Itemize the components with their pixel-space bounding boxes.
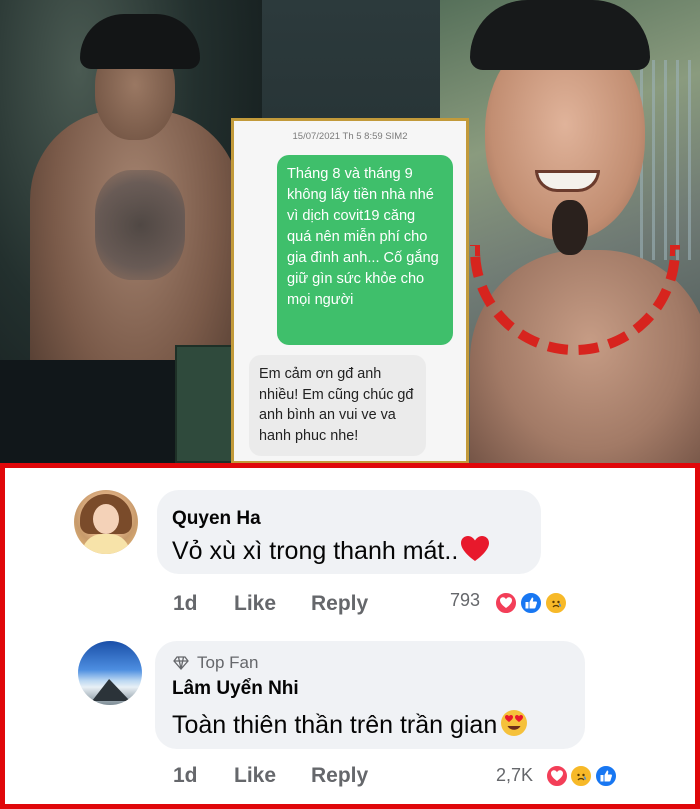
comment-text: Toàn thiên thần trên trần gian [172, 708, 529, 745]
love-reaction-icon [545, 764, 569, 788]
like-button[interactable]: Like [234, 764, 276, 788]
comment-author[interactable]: Lâm Uyển Nhi [172, 678, 299, 700]
reaction-count[interactable]: 793 [450, 590, 480, 611]
reaction-count[interactable]: 2,7K [496, 765, 533, 786]
sms-timestamp: 15/07/2021 Th 5 8:59 SIM2 [292, 131, 408, 142]
sms-received-bubble: Em cảm ơn gđ anh nhiều! Em cũng chúc gđ … [249, 355, 426, 456]
sms-sent-bubble: Tháng 8 và tháng 9 không lấy tiền nhà nh… [277, 155, 453, 345]
photo-collage: 15/07/2021 Th 5 8:59 SIM2 Tháng 8 và thá… [0, 0, 700, 463]
comment-time: 1d [173, 592, 198, 615]
sms-screenshot-card: 15/07/2021 Th 5 8:59 SIM2 Tháng 8 và thá… [231, 118, 469, 463]
comment-time: 1d [173, 764, 198, 787]
photo-tattooed-man-left [0, 0, 262, 463]
comment-author[interactable]: Quyen Ha [172, 508, 261, 530]
heart-eyes-icon [499, 708, 529, 745]
sad-reaction-icon [544, 591, 568, 615]
like-button[interactable]: Like [234, 592, 276, 616]
love-reaction-icon [494, 591, 518, 615]
comment-text: Vỏ xù xì trong thanh mát.. [172, 535, 490, 570]
reply-button[interactable]: Reply [311, 764, 368, 788]
comments-panel: Quyen Ha Vỏ xù xì trong thanh mát.. 1d L… [0, 463, 700, 809]
diamond-icon [173, 655, 189, 671]
sad-reaction-icon [569, 764, 593, 788]
photo-smiling-man-right [440, 0, 700, 463]
like-reaction-icon [594, 764, 618, 788]
avatar[interactable] [78, 641, 142, 705]
avatar[interactable] [74, 490, 138, 554]
like-reaction-icon [519, 591, 543, 615]
reply-button[interactable]: Reply [311, 592, 368, 616]
top-fan-badge: Top Fan [197, 653, 259, 672]
red-heart-icon [460, 535, 490, 570]
